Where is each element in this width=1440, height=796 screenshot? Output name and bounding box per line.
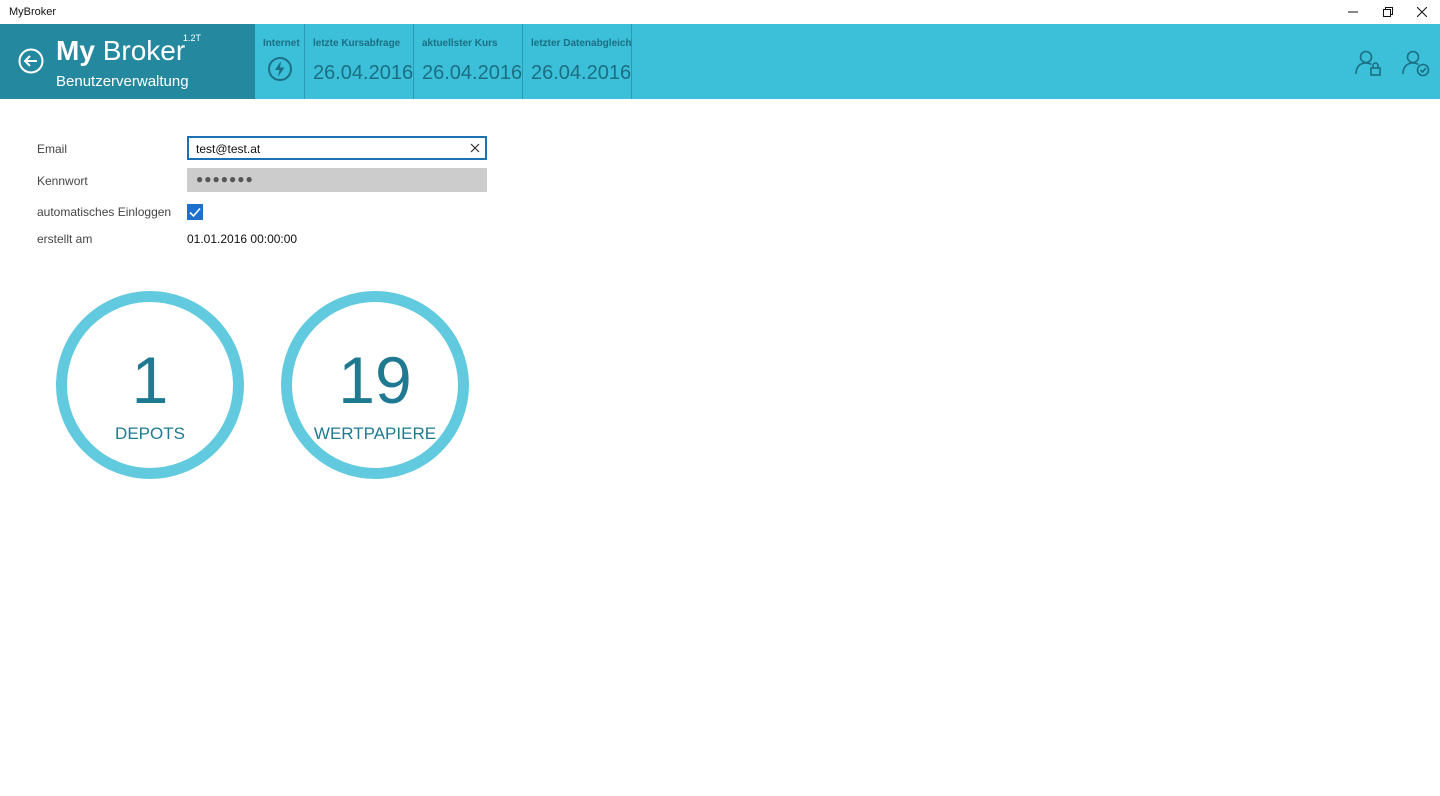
stat-kursabfrage: letzte Kursabfrage 26.04.2016	[305, 24, 414, 99]
depots-count: 1	[131, 343, 169, 417]
stat-kursabfrage-value: 26.04.2016	[313, 62, 414, 84]
brand-panel: My Broker 1.2T Benutzerverwaltung	[0, 24, 255, 99]
stat-internet-label: Internet	[263, 38, 300, 49]
close-button[interactable]	[1405, 0, 1439, 24]
email-label: Email	[37, 142, 68, 156]
window-titlebar: MyBroker	[0, 0, 1440, 24]
email-input[interactable]	[196, 141, 466, 157]
brand-title: My Broker	[56, 35, 185, 67]
created-value: 01.01.2016 00:00:00	[187, 232, 298, 246]
depots-label: DEPOTS	[115, 424, 185, 443]
created-label: erstellt am	[37, 232, 93, 246]
stat-datenabgleich-value: 26.04.2016	[531, 62, 632, 84]
restore-button[interactable]	[1371, 0, 1405, 24]
close-icon	[1417, 7, 1427, 17]
page-title: Benutzerverwaltung	[56, 73, 189, 90]
restore-icon	[1383, 7, 1393, 17]
checkmark-icon	[189, 207, 201, 218]
stat-aktuellster-kurs-label: aktuellster Kurs	[422, 38, 498, 49]
version-badge: 1.2T	[183, 33, 202, 43]
clear-icon[interactable]	[469, 142, 481, 154]
user-check-icon[interactable]	[1401, 48, 1431, 78]
password-field[interactable]: ●●●●●●●	[187, 168, 487, 192]
wertpapiere-summary[interactable]: 19 WERTPAPIERE	[281, 291, 469, 479]
minimize-icon	[1348, 11, 1358, 13]
stat-datenabgleich-label: letzter Datenabgleich	[531, 38, 632, 49]
app-header: My Broker 1.2T Benutzerverwaltung Intern…	[0, 24, 1440, 99]
brand-title-bold: My	[56, 35, 95, 66]
depots-summary[interactable]: 1 DEPOTS	[56, 291, 244, 479]
email-field[interactable]	[187, 136, 487, 160]
user-lock-icon[interactable]	[1354, 48, 1384, 78]
password-label: Kennwort	[37, 174, 88, 188]
stat-datenabgleich: letzter Datenabgleich 26.04.2016	[523, 24, 632, 99]
auto-login-checkbox[interactable]	[187, 204, 203, 220]
brand-title-light: Broker	[102, 35, 186, 66]
stat-kursabfrage-label: letzte Kursabfrage	[313, 38, 401, 49]
auto-login-label: automatisches Einloggen	[37, 205, 172, 219]
back-arrow-icon[interactable]	[18, 48, 44, 74]
wertpapiere-count: 19	[338, 343, 412, 417]
password-mask: ●●●●●●●	[196, 172, 254, 186]
stat-aktuellster-kurs-value: 26.04.2016	[422, 62, 523, 84]
lightning-icon	[268, 57, 292, 81]
stat-internet: Internet	[255, 24, 305, 99]
window-title: MyBroker	[9, 6, 57, 18]
stat-aktuellster-kurs: aktuellster Kurs 26.04.2016	[414, 24, 523, 99]
minimize-button[interactable]	[1336, 0, 1370, 24]
wertpapiere-label: WERTPAPIERE	[313, 424, 437, 443]
